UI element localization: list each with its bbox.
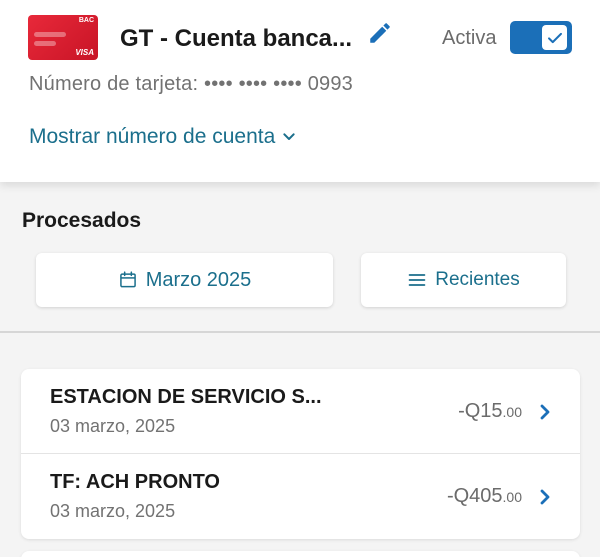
- card-stripe: [34, 32, 66, 37]
- transaction-amount: -Q15.00: [458, 400, 522, 423]
- transaction-amount: -Q405.00: [447, 485, 522, 508]
- chevron-right-icon: [540, 404, 550, 420]
- account-title: GT - Cuenta banca...: [120, 25, 353, 52]
- transaction-row[interactable]: TF: ACH PRONTO 03 marzo, 2025 -Q405.00: [21, 454, 580, 539]
- amount-main: -Q15: [458, 400, 503, 422]
- transaction-date: 03 marzo, 2025: [50, 501, 176, 521]
- card-number: Número de tarjeta: •••• •••• •••• 0993: [29, 73, 353, 96]
- menu-lines-icon: [408, 274, 426, 286]
- chevron-right-icon: [540, 489, 550, 505]
- calendar-icon: [119, 271, 136, 288]
- section-divider: [0, 331, 600, 333]
- active-toggle[interactable]: [510, 21, 572, 54]
- transaction-row[interactable]: ESTACION DE SERVICIO S... 03 marzo, 2025…: [21, 369, 580, 454]
- account-header: BAC VISA GT - Cuenta banca... Activa Núm…: [0, 0, 600, 182]
- card-bank-logo: BAC: [78, 17, 94, 24]
- card-number-value: •••• •••• •••• 0993: [204, 73, 354, 95]
- amount-main: -Q405: [446, 485, 503, 507]
- transaction-name: TF: ACH PRONTO: [50, 471, 220, 493]
- card-number-label: Número de tarjeta:: [29, 73, 199, 95]
- show-account-label: Mostrar número de cuenta: [29, 125, 276, 148]
- show-account-number-link[interactable]: Mostrar número de cuenta: [29, 125, 297, 149]
- transaction-date: 03 marzo, 2025: [50, 416, 176, 436]
- next-transaction-card: [21, 551, 580, 557]
- toggle-knob: [542, 25, 567, 50]
- sort-order-button[interactable]: Recientes: [361, 253, 566, 307]
- card-image: BAC VISA: [28, 15, 98, 60]
- month-filter-button[interactable]: Marzo 2025: [36, 253, 333, 307]
- month-filter-label: Marzo 2025: [145, 268, 252, 291]
- card-stripe: [34, 41, 56, 46]
- card-network-logo: VISA: [75, 48, 94, 57]
- amount-cents: .00: [502, 404, 522, 420]
- transaction-name: ESTACION DE SERVICIO S...: [50, 386, 322, 408]
- transaction-list: ESTACION DE SERVICIO S... 03 marzo, 2025…: [21, 369, 580, 539]
- status-label: Activa: [442, 27, 497, 49]
- pencil-icon[interactable]: [367, 20, 393, 46]
- chevron-down-icon: [283, 133, 295, 140]
- check-icon: [547, 32, 562, 43]
- amount-cents: .00: [502, 489, 522, 505]
- sort-order-label: Recientes: [435, 269, 520, 290]
- section-title: Procesados: [22, 209, 142, 232]
